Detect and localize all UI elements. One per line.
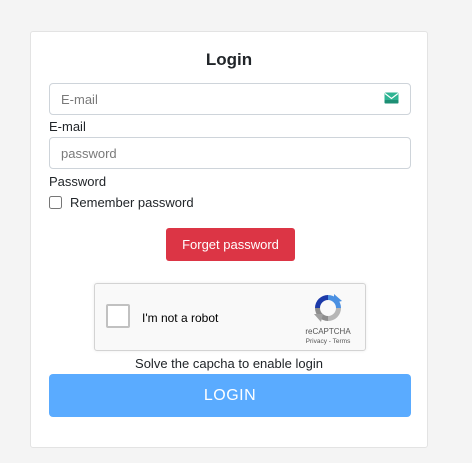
forget-password-button[interactable]: Forget password <box>166 228 295 261</box>
recaptcha-privacy-link[interactable]: Privacy <box>306 338 327 345</box>
login-title: Login <box>205 50 253 69</box>
recaptcha-logo-icon <box>314 294 342 322</box>
email-label: E-mail <box>49 119 86 134</box>
recaptcha-checkbox[interactable] <box>106 304 130 328</box>
recaptcha-brand: reCAPTCHA <box>305 327 351 336</box>
recaptcha-widget: I'm not a robot reCAPTCHA Privacy - Term… <box>94 283 366 351</box>
remember-password[interactable]: Remember password <box>49 195 194 210</box>
recaptcha-label: I'm not a robot <box>142 311 219 325</box>
remember-password-checkbox[interactable] <box>49 196 62 209</box>
login-button[interactable]: LOGIN <box>49 374 411 417</box>
password-input[interactable] <box>49 137 411 169</box>
recaptcha-links: Privacy - Terms <box>297 338 359 345</box>
recaptcha-terms-link[interactable]: Terms <box>333 338 351 345</box>
password-label: Password <box>49 174 107 189</box>
email-input[interactable] <box>49 83 411 115</box>
captcha-note: Solve the capcha to enable login <box>135 356 323 371</box>
remember-password-label: Remember password <box>70 195 194 210</box>
login-card: Login E-mail Password Remember password … <box>30 31 428 448</box>
mail-icon <box>384 92 399 104</box>
